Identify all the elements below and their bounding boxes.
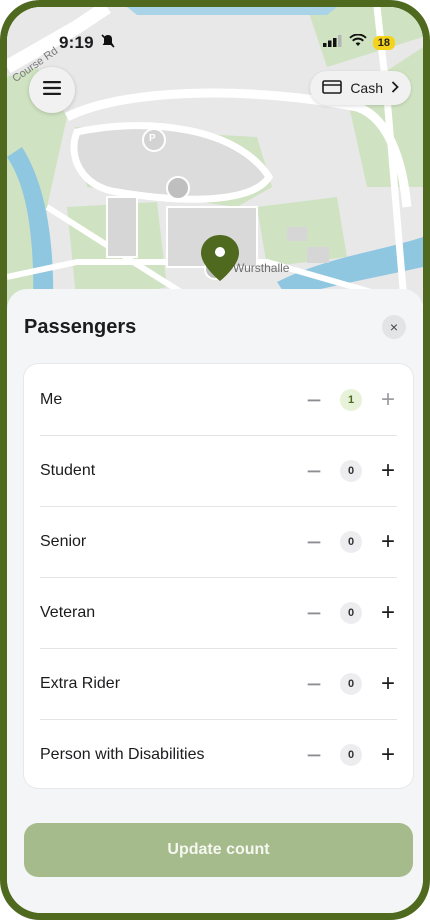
- close-icon: ×: [389, 319, 399, 335]
- passenger-label: Person with Disabilities: [40, 745, 205, 763]
- increment-button[interactable]: +: [379, 529, 397, 553]
- passenger-label: Extra Rider: [40, 674, 121, 692]
- increment-button[interactable]: +: [379, 671, 397, 695]
- count-badge: 0: [340, 530, 362, 553]
- passenger-row-veteran: Veteran − 0 +: [24, 577, 413, 648]
- passenger-label: Senior: [40, 532, 87, 550]
- status-bar: 9:19 18: [7, 7, 423, 65]
- wifi-icon: [349, 33, 367, 52]
- increment-button[interactable]: +: [379, 387, 397, 411]
- count-badge: 1: [340, 388, 362, 411]
- place-label: Wursthalle: [233, 261, 290, 275]
- sheet-header: Passengers ×: [7, 289, 423, 339]
- decrement-button[interactable]: −: [305, 671, 323, 697]
- count-badge: 0: [340, 672, 362, 695]
- decrement-button[interactable]: −: [305, 742, 323, 768]
- passenger-label: Veteran: [40, 603, 96, 621]
- passenger-label: Me: [40, 390, 63, 408]
- increment-button[interactable]: +: [379, 742, 397, 766]
- passengers-sheet: Passengers × Me − 1 + Student − 0 + Seni…: [7, 289, 423, 913]
- decrement-button[interactable]: −: [305, 529, 323, 555]
- count-badge: 0: [340, 601, 362, 624]
- passenger-row-me: Me − 1 +: [24, 364, 413, 435]
- quantity-stepper: − 0 +: [305, 458, 397, 484]
- decrement-button[interactable]: −: [305, 458, 323, 484]
- battery-indicator: 18: [372, 36, 395, 50]
- passenger-row-student: Student − 0 +: [24, 435, 413, 506]
- payment-label: Cash: [350, 80, 383, 96]
- increment-button[interactable]: +: [379, 600, 397, 624]
- count-badge: 0: [340, 459, 362, 482]
- quantity-stepper: − 0 +: [305, 671, 397, 697]
- parking-label: P: [149, 133, 156, 144]
- decrement-button[interactable]: −: [305, 600, 323, 626]
- update-count-button[interactable]: Update count: [24, 823, 413, 877]
- chevron-right-icon: [391, 80, 399, 96]
- status-time-group: 9:19: [59, 33, 116, 54]
- hamburger-icon: [43, 80, 61, 100]
- bell-muted-icon: [100, 33, 116, 54]
- passenger-row-senior: Senior − 0 +: [24, 506, 413, 577]
- status-time: 9:19: [59, 33, 94, 52]
- payment-method-button[interactable]: Cash: [310, 71, 411, 105]
- status-right: 18: [322, 33, 395, 52]
- close-button[interactable]: ×: [382, 315, 406, 339]
- quantity-stepper: − 0 +: [305, 600, 397, 626]
- increment-button[interactable]: +: [379, 458, 397, 482]
- quantity-stepper: − 0 +: [305, 529, 397, 555]
- screen: Course Rd P Wursthalle 9:19 18 Cash Pass…: [7, 7, 423, 913]
- decrement-button[interactable]: −: [305, 387, 323, 413]
- signal-icon: [322, 34, 343, 52]
- passenger-row-extra-rider: Extra Rider − 0 +: [24, 648, 413, 719]
- passenger-label: Student: [40, 461, 96, 479]
- quantity-stepper: − 1 +: [305, 387, 397, 413]
- card-icon: [322, 79, 343, 97]
- sheet-title: Passengers: [24, 315, 137, 338]
- count-badge: 0: [340, 743, 362, 766]
- menu-button[interactable]: [29, 67, 75, 113]
- passenger-list: Me − 1 + Student − 0 + Senior − 0 + Vete…: [24, 364, 413, 788]
- device-frame: Course Rd P Wursthalle 9:19 18 Cash Pass…: [0, 0, 430, 920]
- passenger-row-disabilities: Person with Disabilities − 0 +: [24, 719, 413, 790]
- quantity-stepper: − 0 +: [305, 742, 397, 768]
